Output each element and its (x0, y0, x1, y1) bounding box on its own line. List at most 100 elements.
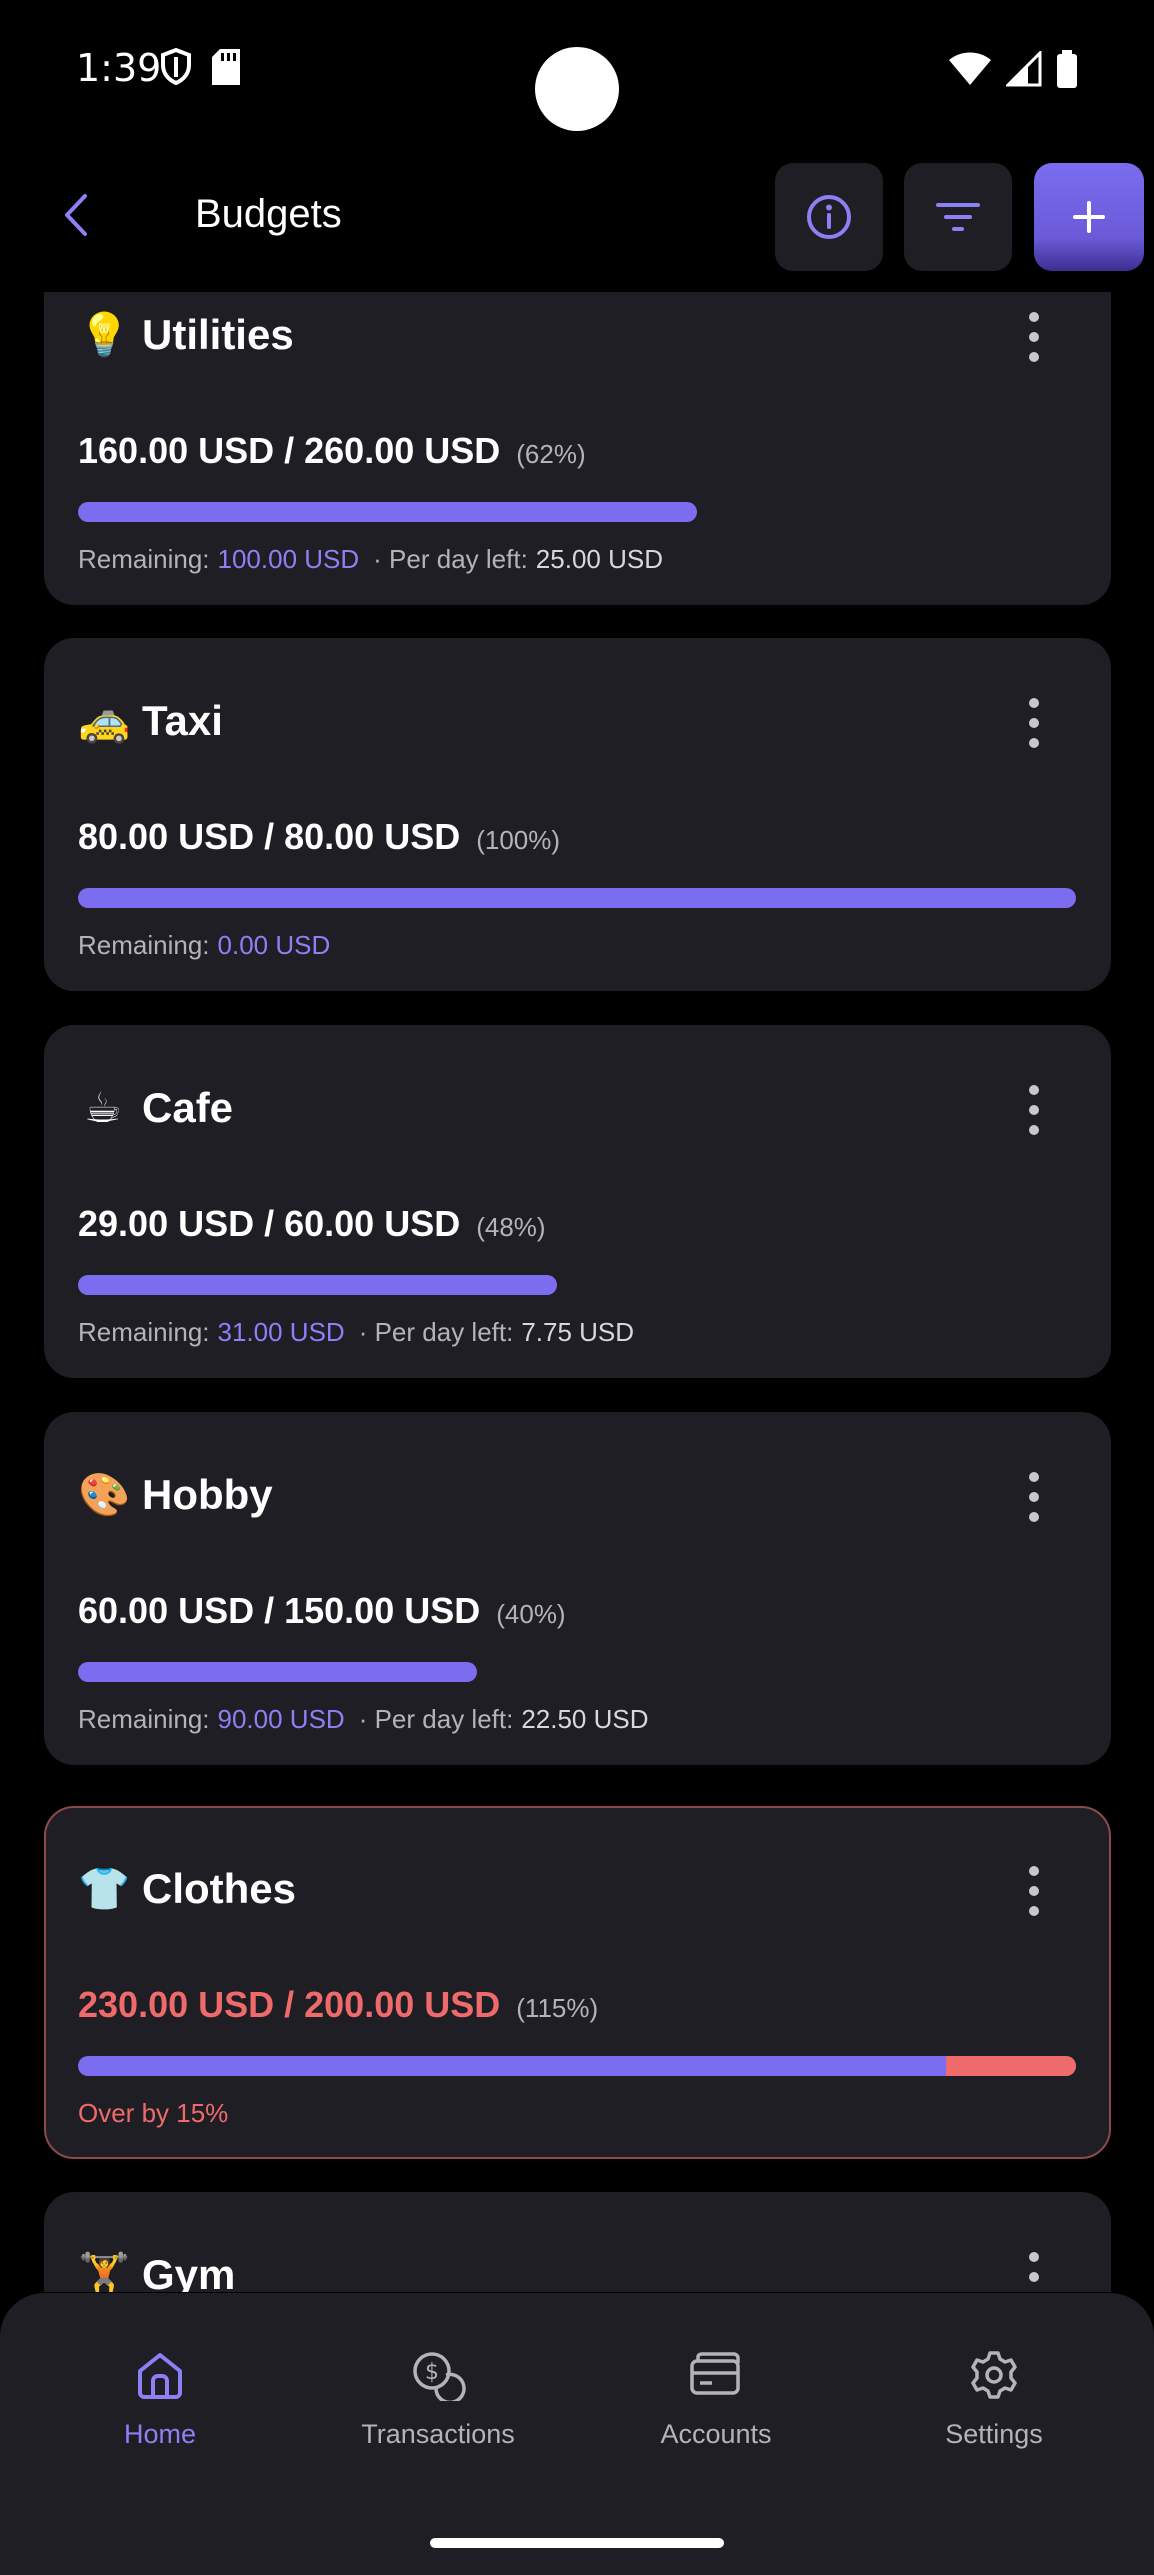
budget-remaining-row: Remaining: 90.00 USD · Per day left: 22.… (78, 1704, 649, 1735)
page-title: Budgets (195, 192, 342, 236)
remaining-label: Remaining: (78, 1704, 210, 1734)
per-day-label: · Per day left: (358, 1317, 514, 1347)
back-button[interactable] (46, 185, 106, 245)
more-options-icon[interactable] (1019, 1085, 1049, 1135)
budget-progress-fill (78, 888, 1076, 908)
budget-amount: 60.00 USD / 150.00 USD (78, 1590, 481, 1631)
budget-card[interactable]: ☕ Cafe 29.00 USD / 60.00 USD (48%) Remai… (44, 1025, 1111, 1378)
nav-item-settings[interactable]: Settings (864, 2345, 1124, 2465)
more-options-icon[interactable] (1019, 1866, 1049, 1916)
remaining-value: 31.00 USD (217, 1317, 345, 1347)
budget-progress-bar (78, 888, 1076, 908)
nav-item-transactions[interactable]: $ Transactions (308, 2345, 568, 2465)
budget-name: Utilities (142, 311, 294, 358)
add-budget-button[interactable] (1034, 163, 1144, 271)
budget-emoji: 🏋 (78, 2250, 131, 2292)
home-indicator[interactable] (430, 2538, 724, 2548)
budget-progress-fill (78, 2056, 1076, 2076)
budget-name: Clothes (142, 1865, 297, 1912)
plus-icon (1073, 201, 1105, 233)
remaining-value: 90.00 USD (217, 1704, 345, 1734)
signal-icon (1006, 51, 1042, 87)
filter-icon (936, 203, 980, 231)
budget-percent: (100%) (476, 825, 561, 855)
budget-name: Cafe (142, 1083, 234, 1131)
info-icon (807, 195, 851, 239)
more-options-icon[interactable] (1019, 698, 1049, 748)
remaining-value: 0.00 USD (217, 930, 331, 960)
budget-name: Hobby (142, 1471, 273, 1518)
more-options-icon[interactable] (1019, 1472, 1049, 1522)
budget-amount: 160.00 USD / 260.00 USD (78, 430, 501, 471)
budget-overflow-fill (945, 2056, 1076, 2076)
nav-label: Home (123, 2419, 197, 2449)
status-left-icons (160, 48, 240, 86)
sd-card-icon (212, 49, 240, 85)
budget-amount-row: 60.00 USD / 150.00 USD (40%) (78, 1590, 566, 1632)
per-day-label: · Per day left: (373, 544, 528, 574)
shield-icon (161, 48, 191, 86)
nav-item-home[interactable]: Home (30, 2345, 290, 2465)
home-icon (130, 2345, 190, 2405)
camera-cutout (535, 47, 619, 131)
budget-progress-bar (78, 2056, 1076, 2076)
info-button[interactable] (775, 163, 883, 271)
budget-card-over[interactable]: 👕 Clothes 230.00 USD / 200.00 USD (115%)… (44, 1806, 1111, 2159)
budget-emoji: 🚕 (78, 696, 131, 745)
budget-title: 💡 Utilities (78, 310, 294, 360)
svg-text:$: $ (425, 2360, 439, 2385)
budget-amount: 80.00 USD / 80.00 USD (78, 816, 461, 857)
budget-card[interactable]: 🏋 Gym (44, 2192, 1111, 2292)
budget-amount-row: 230.00 USD / 200.00 USD (115%) (78, 1984, 598, 2026)
budget-over-row: Over by 15% (78, 2098, 228, 2129)
budget-name: Taxi (142, 697, 223, 744)
budget-progress-fill (78, 502, 697, 522)
budget-emoji: 👕 (78, 1864, 131, 1913)
budget-amount-row: 160.00 USD / 260.00 USD (62%) (78, 430, 586, 472)
per-day-value: 7.75 USD (521, 1317, 635, 1347)
nav-item-accounts[interactable]: Accounts (586, 2345, 846, 2465)
budget-percent: (115%) (516, 1993, 599, 2023)
chevron-left-icon (65, 194, 87, 236)
budget-list[interactable]: 💡 Utilities 160.00 USD / 260.00 USD (62%… (44, 292, 1111, 2292)
budget-remaining-row: Remaining: 31.00 USD · Per day left: 7.7… (78, 1317, 634, 1348)
nav-label: Transactions (361, 2419, 515, 2449)
budget-amount-row: 29.00 USD / 60.00 USD (48%) (78, 1203, 546, 1245)
wifi-icon (949, 52, 991, 85)
bottom-navigation: Home $ Transactions Accounts Settings (0, 2293, 1154, 2575)
budget-title: 🚕 Taxi (78, 696, 223, 746)
wallet-icon (686, 2345, 746, 2405)
app-screen: 1:39 Budgets 💡 Utilities 160.00 USD / 26… (0, 0, 1154, 2575)
budget-title: 👕 Clothes (78, 1864, 296, 1914)
budget-card[interactable]: 🎨 Hobby 60.00 USD / 150.00 USD (40%) Rem… (44, 1412, 1111, 1765)
remaining-label: Remaining: (78, 544, 210, 574)
budget-title: ☕ Cafe (78, 1083, 233, 1132)
budget-title: 🏋 Gym (78, 2250, 235, 2292)
remaining-label: Remaining: (78, 1317, 210, 1347)
more-options-icon[interactable] (1019, 2252, 1049, 2292)
status-bar: 1:39 (0, 0, 1154, 140)
status-time: 1:39 (76, 46, 162, 90)
per-day-value: 22.50 USD (521, 1704, 649, 1734)
more-options-icon[interactable] (1019, 312, 1049, 362)
budget-amount-row: 80.00 USD / 80.00 USD (100%) (78, 816, 560, 858)
budget-emoji: 🎨 (78, 1470, 131, 1519)
budget-amount: 29.00 USD / 60.00 USD (78, 1203, 461, 1244)
battery-icon (1057, 50, 1077, 88)
budget-card[interactable]: 🚕 Taxi 80.00 USD / 80.00 USD (100%) Rema… (44, 638, 1111, 991)
nav-label: Settings (945, 2419, 1043, 2449)
budget-emoji: 💡 (78, 310, 131, 359)
filter-button[interactable] (904, 163, 1012, 271)
budget-percent: (48%) (476, 1212, 546, 1242)
budget-progress-fill (78, 1662, 478, 1682)
remaining-value: 100.00 USD (217, 544, 360, 574)
budget-title: 🎨 Hobby (78, 1470, 273, 1520)
per-day-value: 25.00 USD (535, 544, 663, 574)
per-day-label: · Per day left: (358, 1704, 514, 1734)
budget-remaining-row: Remaining: 100.00 USD · Per day left: 25… (78, 544, 663, 575)
budget-percent: (62%) (516, 439, 586, 469)
budget-card[interactable]: 💡 Utilities 160.00 USD / 260.00 USD (62%… (44, 292, 1111, 605)
budget-percent: (40%) (496, 1599, 566, 1629)
budget-name: Gym (142, 2251, 236, 2292)
budget-amount: 230.00 USD / 200.00 USD (78, 1984, 501, 2025)
